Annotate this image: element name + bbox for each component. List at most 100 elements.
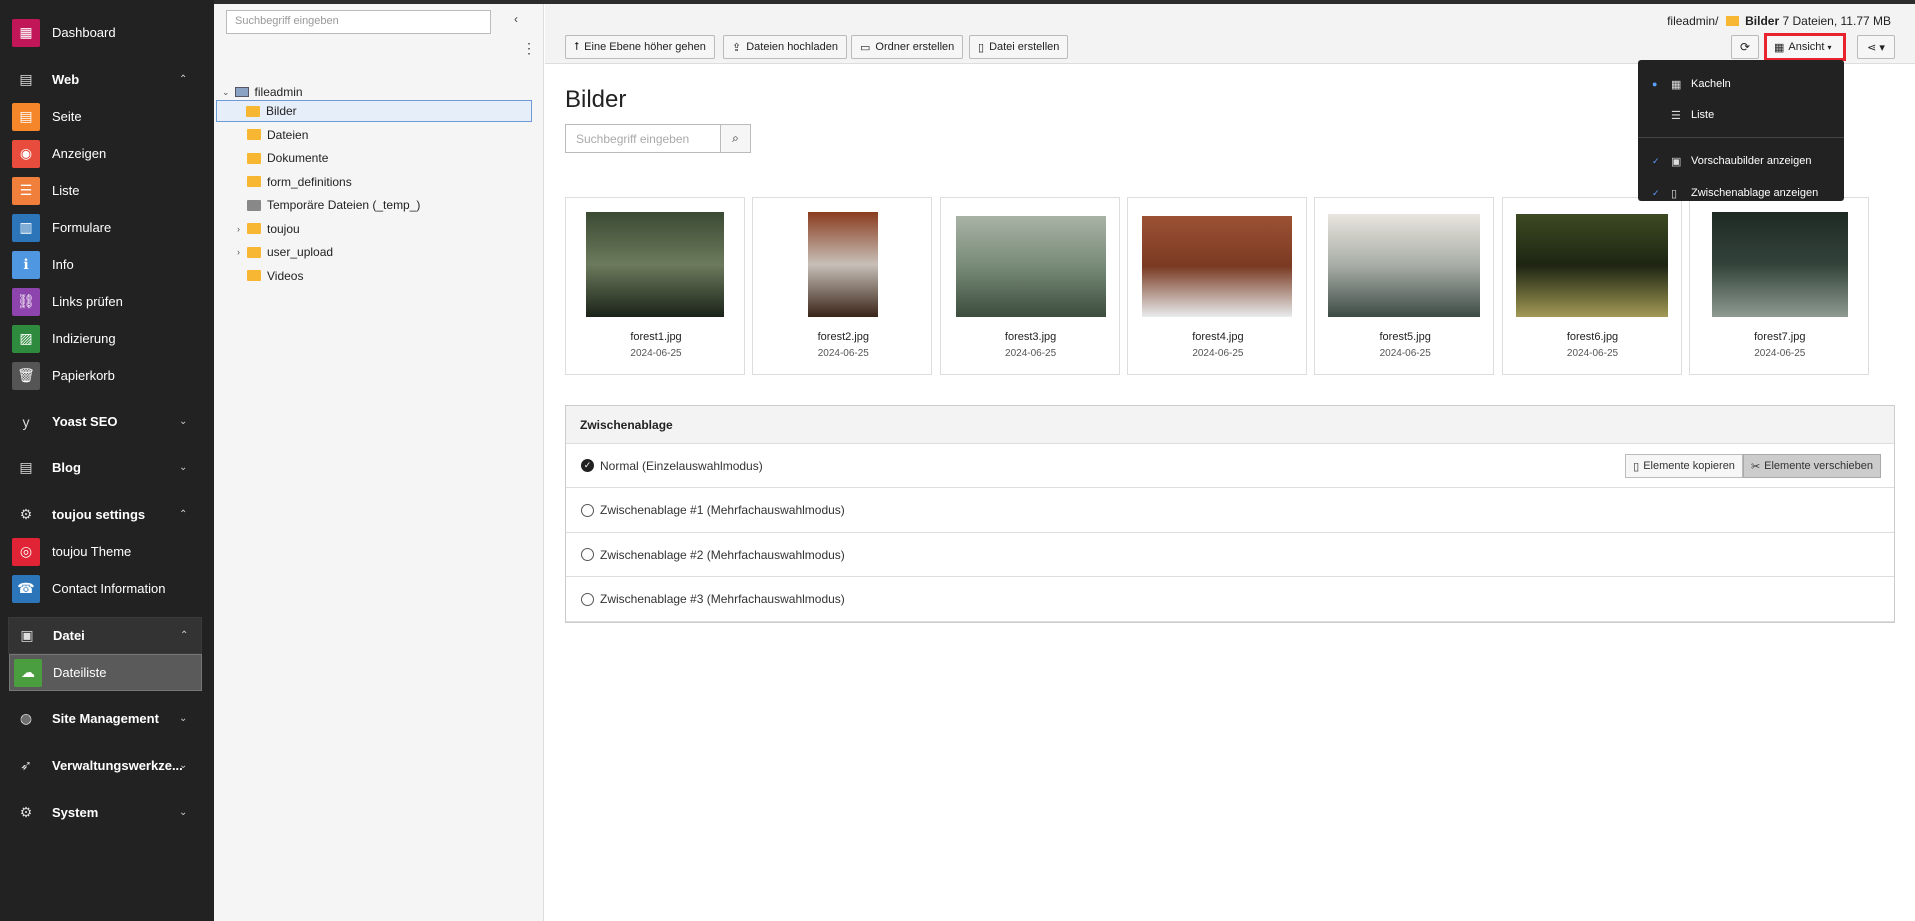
blog-icon: ▤ <box>19 459 33 475</box>
sidebar-item-indizierung[interactable]: ▨ Indizierung <box>0 320 214 357</box>
sidebar-item-label: Verwaltungswerkze... <box>52 758 183 773</box>
sidebar-item-links[interactable]: ⛓ Links prüfen <box>0 283 214 320</box>
file-name[interactable]: forest7.jpg <box>1690 331 1870 343</box>
chevron-down-icon: ⌄ <box>179 760 188 771</box>
chevron-right-icon[interactable]: › <box>237 224 240 234</box>
view-list-option[interactable]: ☰ Liste <box>1638 103 1844 127</box>
tree-options-icon[interactable]: ⋮ <box>522 40 536 57</box>
tree-node[interactable]: form_definitions <box>247 171 352 193</box>
clipboard-mode-radio[interactable]: ✓ <box>581 459 594 472</box>
folder-icon <box>247 176 261 187</box>
file-tile[interactable]: forest2.jpg 2024-06-25 <box>752 197 933 375</box>
file-thumbnail[interactable] <box>955 216 1106 317</box>
file-thumbnail[interactable] <box>1328 214 1481 317</box>
file-tile[interactable]: forest1.jpg 2024-06-25 <box>565 197 745 375</box>
chevron-right-icon[interactable]: › <box>237 247 240 257</box>
sidebar-item-contact[interactable]: ☎ Contact Information <box>0 570 214 607</box>
tree-node[interactable]: Dokumente <box>247 147 328 169</box>
sidebar-item-label: Info <box>52 257 74 272</box>
tree-node[interactable]: Temporäre Dateien (_temp_) <box>247 194 420 216</box>
sidebar-item-site-management[interactable]: ◍ Site Management ⌄ <box>0 700 214 737</box>
refresh-button[interactable]: ⟳ <box>1731 35 1759 59</box>
tree-node-label: Dokumente <box>267 151 329 165</box>
file-name[interactable]: forest5.jpg <box>1315 331 1495 343</box>
clipboard-mode-radio[interactable] <box>581 503 594 517</box>
view-tiles-option[interactable]: ● ▦ Kacheln <box>1638 72 1844 96</box>
clipboard-mode-radio[interactable] <box>581 592 594 606</box>
search-button[interactable]: ⌕ <box>720 124 751 153</box>
sidebar-item-verwaltung[interactable]: ➶ Verwaltungswerkze... ⌄ <box>0 747 214 784</box>
breadcrumb-root[interactable]: fileadmin/ <box>1667 14 1718 28</box>
sidebar-item-papierkorb[interactable]: 🗑 Papierkorb <box>0 357 214 394</box>
clipboard-mode-row[interactable]: Zwischenablage #3 (Mehrfachauswahlmodus) <box>566 578 1894 622</box>
file-name[interactable]: forest6.jpg <box>1503 331 1683 343</box>
up-level-button[interactable]: ⭡ Eine Ebene höher gehen <box>565 35 715 59</box>
sidebar-item-web[interactable]: ▤ Web ⌃ <box>0 61 214 98</box>
sidebar-item-toujou-settings[interactable]: ⚙ toujou settings ⌃ <box>0 496 214 533</box>
folder-plus-icon: ▭ <box>860 41 871 54</box>
sidebar-item-anzeigen[interactable]: ◉ Anzeigen <box>0 135 214 172</box>
sidebar-item-info[interactable]: ℹ Info <box>0 246 214 283</box>
form-icon: ▥ <box>12 213 40 242</box>
sidebar-item-label: Papierkorb <box>52 368 115 383</box>
sidebar-item-seite[interactable]: ▤ Seite <box>0 98 214 135</box>
file-name[interactable]: forest1.jpg <box>566 331 746 343</box>
file-name[interactable]: forest3.jpg <box>941 331 1121 343</box>
clipboard-mode-radio[interactable] <box>581 548 594 561</box>
clipboard-mode-row[interactable]: ✓ Normal (Einzelauswahlmodus) ▯ Elemente ko… <box>566 444 1894 488</box>
tree-node[interactable]: Bilder <box>216 100 532 122</box>
tree-search-input[interactable]: Suchbegriff eingeben <box>226 10 491 34</box>
chevron-down-icon: ⌄ <box>179 713 188 724</box>
file-tile[interactable]: forest3.jpg 2024-06-25 <box>939 197 1121 375</box>
file-tile[interactable]: forest6.jpg 2024-06-25 <box>1501 197 1683 375</box>
refresh-icon: ⟳ <box>1739 40 1751 54</box>
sidebar-item-label: Anzeigen <box>52 146 107 161</box>
tree-node[interactable]: › user_upload <box>237 241 333 263</box>
copy-elements-label: Elemente kopieren <box>1643 460 1735 472</box>
upload-label: Dateien hochladen <box>746 41 838 53</box>
copy-elements-button[interactable]: ▯ Elemente kopieren <box>1625 454 1743 478</box>
search-icon: ⌕ <box>732 131 739 145</box>
new-file-button[interactable]: ▯ Datei erstellen <box>969 35 1069 59</box>
share-button[interactable]: ⋖ ▾ <box>1857 35 1895 59</box>
file-thumbnail[interactable] <box>808 212 879 317</box>
collapse-tree-icon[interactable]: ‹ <box>514 12 518 26</box>
toggle-thumbnails-option[interactable]: ✓ ▣ Vorschaubilder anzeigen <box>1638 149 1844 173</box>
clipboard-mode-row[interactable]: Zwischenablage #2 (Mehrfachauswahlmodus) <box>566 533 1894 577</box>
gear-icon: ⚙ <box>19 804 33 820</box>
file-thumbnail[interactable] <box>1515 214 1668 317</box>
move-elements-button[interactable]: ✂ Elemente verschieben <box>1742 454 1881 478</box>
chevron-down-icon[interactable]: ⌄ <box>222 87 230 98</box>
tree-node[interactable]: Dateien <box>247 124 308 146</box>
file-search-input[interactable]: Suchbegriff eingeben <box>565 124 721 153</box>
sidebar-item-datei[interactable]: ▣ Datei ⌃ <box>8 617 202 654</box>
clipboard-title: Zwischenablage <box>566 406 1894 444</box>
file-thumbnail[interactable] <box>1711 212 1848 317</box>
upload-button[interactable]: ⇪ Dateien hochladen <box>723 35 847 59</box>
clipboard-mode-label: Zwischenablage #2 (Mehrfachauswahlmodus) <box>600 547 845 562</box>
sidebar-item-system[interactable]: ⚙ System ⌄ <box>0 794 214 831</box>
file-tile[interactable]: forest5.jpg 2024-06-25 <box>1314 197 1495 375</box>
sidebar-item-liste[interactable]: ☰ Liste <box>0 172 214 209</box>
view-dropdown-button[interactable]: ▦ Ansicht ▾ <box>1764 33 1846 61</box>
tree-node[interactable]: Videos <box>247 265 303 287</box>
toggle-clipboard-option[interactable]: ✓ ▯ Zwischenablage anzeigen <box>1638 181 1844 205</box>
file-name[interactable]: forest4.jpg <box>1128 331 1308 343</box>
sidebar-item-yoast[interactable]: y Yoast SEO ⌄ <box>0 403 214 440</box>
sidebar-item-dateiliste[interactable]: ☁ Dateiliste <box>9 654 202 691</box>
sidebar-item-blog[interactable]: ▤ Blog ⌄ <box>0 449 214 486</box>
clipboard-mode-row[interactable]: Zwischenablage #1 (Mehrfachauswahlmodus) <box>566 489 1894 533</box>
file-tile[interactable]: forest7.jpg 2024-06-25 <box>1688 197 1870 375</box>
file-thumbnail[interactable] <box>1141 216 1292 317</box>
tree-node[interactable]: › toujou <box>237 218 300 240</box>
file-tile[interactable]: forest4.jpg 2024-06-25 <box>1126 197 1308 375</box>
file-name[interactable]: forest2.jpg <box>753 331 933 343</box>
chevron-down-icon: ⌄ <box>179 416 188 427</box>
sidebar-item-label: toujou settings <box>52 507 146 522</box>
image-icon: ▣ <box>20 627 34 643</box>
file-thumbnail[interactable] <box>586 212 724 317</box>
sidebar-item-toujou-theme[interactable]: ◎ toujou Theme <box>0 533 214 570</box>
sidebar-item-dashboard[interactable]: ▦ Dashboard <box>0 14 214 51</box>
new-folder-button[interactable]: ▭ Ordner erstellen <box>851 35 964 59</box>
sidebar-item-formulare[interactable]: ▥ Formulare <box>0 209 214 246</box>
